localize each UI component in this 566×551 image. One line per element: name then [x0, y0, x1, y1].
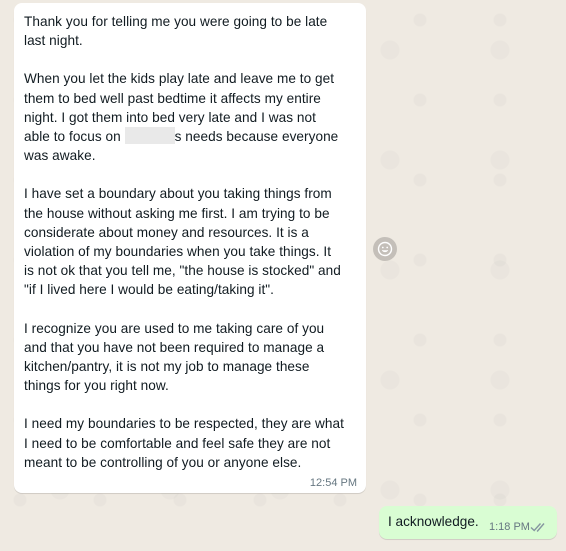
react-button[interactable] — [373, 237, 397, 261]
double-check-icon — [530, 523, 545, 532]
message-text: able to focus on — [24, 129, 125, 145]
message-paragraph: When you let the kids play late and leav… — [24, 69, 356, 165]
message-timestamp: 1:18 PM — [489, 521, 530, 533]
message-timestamp: 12:54 PM — [309, 477, 357, 489]
message-text: When you let the kids play late and leav… — [24, 71, 335, 125]
message-paragraph: Thank you for telling me you were going … — [24, 14, 328, 49]
redacted-name — [124, 127, 175, 145]
smiley-icon — [377, 241, 393, 257]
incoming-message-bubble[interactable]: Thank you for telling me you were going … — [14, 3, 366, 493]
message-paragraph: I have set a boundary about you taking t… — [24, 186, 341, 298]
outgoing-message-bubble[interactable]: I acknowledge. 1:18 PM — [379, 506, 557, 539]
message-paragraph: I need my boundaries to be respected, th… — [24, 416, 344, 470]
message-text: I acknowledge. — [388, 514, 479, 529]
message-paragraph: I recognize you are used to me taking ca… — [24, 320, 325, 394]
